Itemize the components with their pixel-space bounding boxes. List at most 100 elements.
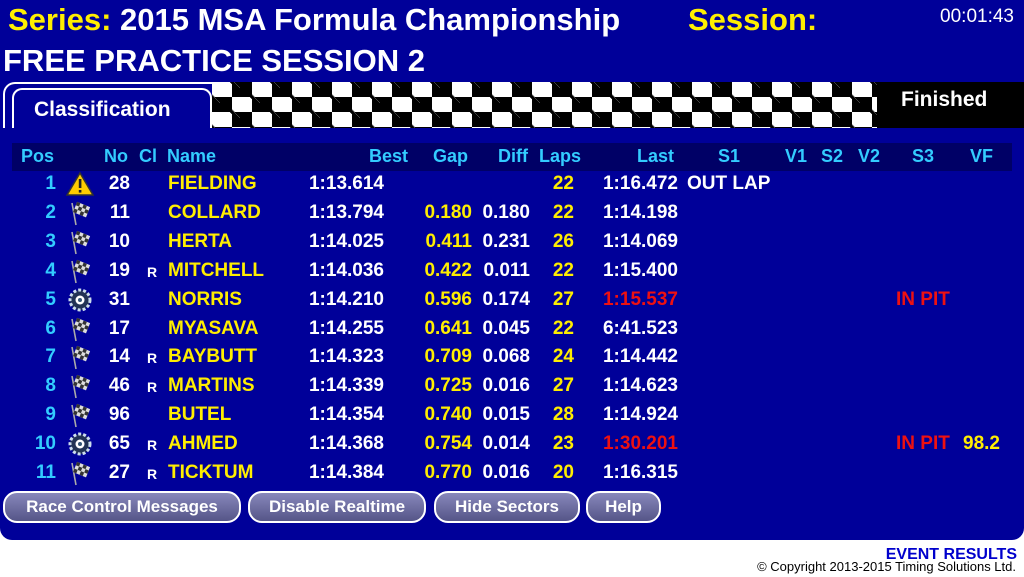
tab-strip: Classification Finished xyxy=(0,82,1024,128)
cell-last: 1:14.069 xyxy=(602,230,678,252)
cell-pos: 9 xyxy=(45,404,56,426)
pit-tyre-icon xyxy=(66,287,94,313)
col-best[interactable]: Best xyxy=(369,146,408,167)
col-diff[interactable]: Diff xyxy=(498,146,528,167)
cell-laps: 22 xyxy=(552,317,574,339)
col-v2[interactable]: V2 xyxy=(858,146,880,167)
table-row[interactable]: 5 31 NORRIS 1:14.210 0.596 0.174 27 1:15.537 IN … xyxy=(0,286,1024,315)
cell-last: 1:15.537 xyxy=(602,288,678,310)
col-s2[interactable]: S2 xyxy=(821,146,843,167)
cell-last: 1:14.442 xyxy=(602,346,678,368)
cell-gap: 0.770 xyxy=(424,462,472,483)
cell-no: 65 xyxy=(108,433,130,455)
hide-sectors-button[interactable]: Hide Sectors xyxy=(434,491,580,523)
help-button[interactable]: Help xyxy=(586,491,661,523)
cell-last: 6:41.523 xyxy=(602,317,678,339)
checkered-flag-icon xyxy=(66,460,94,486)
table-row[interactable]: 8 46 R MARTINS 1:14.339 0.725 0.016 27 1:14.623 xyxy=(0,372,1024,401)
checkered-flag-icon xyxy=(66,258,94,284)
pit-tyre-icon xyxy=(66,431,94,457)
cell-diff: 0.068 xyxy=(482,346,530,368)
cell-driver-name[interactable]: TICKTUM xyxy=(168,462,253,484)
table-row[interactable]: 1 28 FIELDING 1:13.614 22 1:16.472 OUT LAP xyxy=(0,170,1024,199)
cell-no: 14 xyxy=(108,346,130,368)
cell-driver-name[interactable]: HERTA xyxy=(168,231,232,253)
cell-laps: 22 xyxy=(552,259,574,281)
cell-driver-name[interactable]: FIELDING xyxy=(168,173,257,195)
race-control-messages-button[interactable]: Race Control Messages xyxy=(3,491,241,523)
cell-gap: 0.596 xyxy=(424,288,472,310)
col-laps[interactable]: Laps xyxy=(539,146,581,167)
session-label: Session: xyxy=(688,2,818,37)
col-pos[interactable]: Pos xyxy=(21,146,54,167)
cell-best: 1:14.323 xyxy=(308,346,384,368)
copyright-text: © Copyright 2013-2015 Timing Solutions L… xyxy=(757,559,1016,574)
table-row[interactable]: 9 96 BUTEL 1:14.354 0.740 0.015 28 1:14.924 xyxy=(0,401,1024,430)
cell-gap: 0.411 xyxy=(425,230,473,252)
cell-driver-name[interactable]: MITCHELL xyxy=(168,260,264,282)
cell-pos: 5 xyxy=(45,288,56,310)
cell-vf: 98.2 xyxy=(963,433,1000,455)
col-v1[interactable]: V1 xyxy=(785,146,807,167)
cell-best: 1:13.614 xyxy=(308,173,384,194)
checkered-flag-icon xyxy=(66,316,94,342)
tab-classification[interactable]: Classification xyxy=(12,88,212,128)
cell-best: 1:14.384 xyxy=(308,462,384,483)
cell-driver-name[interactable]: AHMED xyxy=(168,433,238,455)
cell-driver-name[interactable]: BAYBUTT xyxy=(168,346,257,368)
checkered-flag-icon xyxy=(66,200,94,226)
cell-no: 17 xyxy=(108,317,130,339)
table-header: Pos No Cl Name Best Gap Diff Laps Last S… xyxy=(12,143,1012,171)
cell-pos: 3 xyxy=(45,230,56,252)
col-last[interactable]: Last xyxy=(637,146,674,167)
cell-pos: 11 xyxy=(35,462,56,483)
col-gap[interactable]: Gap xyxy=(433,146,468,167)
cell-driver-name[interactable]: MARTINS xyxy=(168,375,255,397)
cell-best: 1:14.255 xyxy=(308,317,384,339)
cell-s3: IN PIT xyxy=(896,433,950,455)
session-name: FREE PRACTICE SESSION 2 xyxy=(3,43,426,78)
table-row[interactable]: 2 11 COLLARD 1:13.794 0.180 0.180 22 1:14.198 xyxy=(0,199,1024,228)
col-name[interactable]: Name xyxy=(167,146,216,167)
col-s3[interactable]: S3 xyxy=(912,146,934,167)
cell-pos: 7 xyxy=(45,346,56,368)
col-no[interactable]: No xyxy=(104,146,128,167)
checkered-flag-icon xyxy=(66,344,94,370)
cell-driver-name[interactable]: COLLARD xyxy=(168,202,261,224)
checkered-flag-banner xyxy=(212,82,877,128)
cell-laps: 26 xyxy=(552,230,574,252)
table-row[interactable]: 10 65 R AHMED 1:14.368 0.754 0.014 23 1:30.201 IN… xyxy=(0,430,1024,459)
disable-realtime-button[interactable]: Disable Realtime xyxy=(248,491,426,523)
cell-diff: 0.016 xyxy=(482,462,530,483)
cell-pos: 2 xyxy=(45,201,56,223)
cell-pos: 8 xyxy=(45,375,56,397)
cell-driver-name[interactable]: BUTEL xyxy=(168,404,231,426)
cell-gap: 0.422 xyxy=(424,259,472,281)
cell-class: R xyxy=(147,350,158,367)
table-row[interactable]: 11 27 R TICKTUM 1:14.384 0.770 0.016 20 1:16.315 xyxy=(0,459,1024,488)
table-row[interactable]: 6 17 MYASAVA 1:14.255 0.641 0.045 22 6:41.523 xyxy=(0,315,1024,344)
warning-icon xyxy=(65,171,95,197)
cell-laps: 28 xyxy=(552,404,574,426)
cell-last: 1:15.400 xyxy=(602,259,678,281)
cell-class: R xyxy=(147,263,158,280)
session-clock: 00:01:43 xyxy=(940,6,1014,27)
cell-gap: 0.725 xyxy=(424,375,472,397)
cell-last: 1:16.472 xyxy=(602,173,678,194)
cell-diff: 0.011 xyxy=(483,259,531,281)
cell-driver-name[interactable]: MYASAVA xyxy=(168,318,258,340)
table-row[interactable]: 4 19 R MITCHELL 1:14.036 0.422 0.011 22 1:15.400 xyxy=(0,257,1024,286)
series-title: Series: 2015 MSA Formula Championship xyxy=(8,2,620,38)
cell-driver-name[interactable]: NORRIS xyxy=(168,289,242,311)
cell-diff: 0.174 xyxy=(482,288,530,310)
cell-diff: 0.231 xyxy=(482,230,530,252)
cell-gap: 0.180 xyxy=(424,201,472,223)
table-row[interactable]: 7 14 R BAYBUTT 1:14.323 0.709 0.068 24 1:14.442 xyxy=(0,343,1024,372)
col-s1[interactable]: S1 xyxy=(718,146,740,167)
tab-classification-label: Classification xyxy=(34,98,171,121)
col-vf[interactable]: VF xyxy=(970,146,993,167)
col-cl[interactable]: Cl xyxy=(139,146,157,167)
table-row[interactable]: 3 10 HERTA 1:14.025 0.411 0.231 26 1:14.069 xyxy=(0,228,1024,257)
cell-diff: 0.014 xyxy=(482,433,530,455)
cell-best: 1:14.025 xyxy=(308,230,384,252)
